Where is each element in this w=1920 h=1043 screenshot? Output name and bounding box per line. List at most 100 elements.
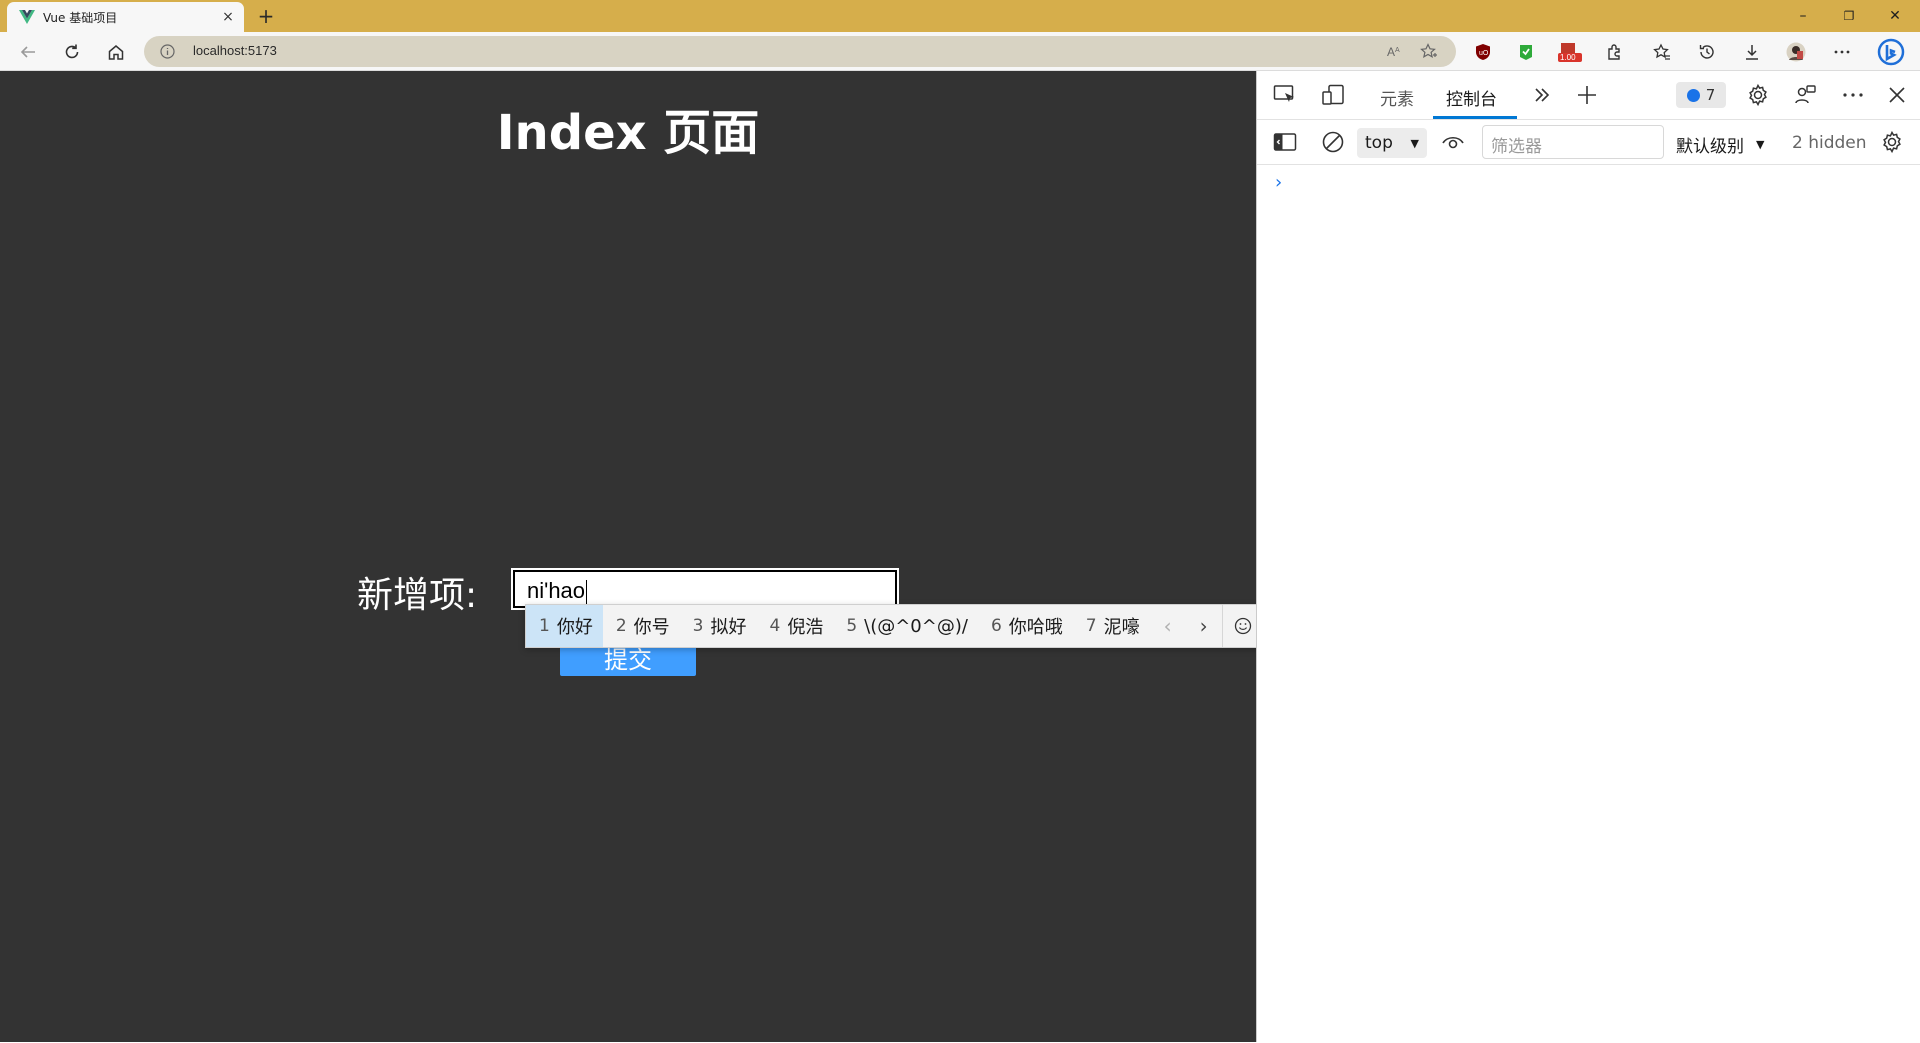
read-aloud-icon[interactable]: AA: [1386, 43, 1404, 61]
ublock-extension-icon[interactable]: uO: [1473, 42, 1493, 62]
issues-count: 7: [1705, 86, 1716, 104]
more-dots-icon: [1834, 50, 1850, 54]
candidate-text: 你号: [633, 617, 670, 638]
favorite-star-icon[interactable]: [1420, 43, 1438, 61]
new-item-input[interactable]: ni'hao: [511, 568, 899, 610]
context-select[interactable]: top ▼: [1357, 128, 1427, 158]
devtools-settings-button[interactable]: [1744, 81, 1772, 109]
download-icon: [1746, 45, 1758, 60]
devtools-more-button[interactable]: [1839, 81, 1867, 109]
svg-text:A: A: [1395, 47, 1400, 54]
ime-candidate-6[interactable]: 6 你哈哦: [978, 605, 1073, 647]
more-dots-icon: [1843, 93, 1863, 97]
tab-elements[interactable]: 元素: [1380, 85, 1414, 110]
reload-button[interactable]: [56, 36, 88, 68]
plus-icon: [1578, 86, 1596, 104]
eye-icon: [1442, 136, 1464, 149]
caret-down-icon: ▼: [1410, 136, 1419, 150]
chevron-double-right-icon: [1535, 88, 1550, 102]
minimize-button[interactable]: –: [1780, 0, 1826, 32]
candidate-number: 3: [692, 616, 704, 636]
shield-icon: uO: [1476, 44, 1490, 60]
candidate-text: 倪浩: [787, 617, 824, 638]
candidate-text: 你哈哦: [1008, 617, 1063, 638]
ime-next-page-icon[interactable]: ›: [1186, 605, 1222, 647]
device-emulation-button[interactable]: [1319, 81, 1347, 109]
home-button[interactable]: [100, 36, 132, 68]
url-text[interactable]: localhost:5173: [193, 43, 277, 58]
candidate-number: 5: [846, 616, 858, 636]
log-levels-dropdown[interactable]: 默认级别 ▼: [1676, 132, 1764, 157]
site-info-icon[interactable]: [160, 44, 175, 59]
extensions-button[interactable]: [1605, 42, 1625, 62]
address-bar[interactable]: localhost:5173 AA: [144, 36, 1456, 67]
candidate-number: 2: [615, 616, 627, 636]
ime-candidate-window: 1 你好 2 你号 3 拟好 4 倪浩 5 \(@^0^@)/ 6 你哈哦 7 泥嚎 ‹ ›: [525, 604, 1277, 648]
tab-close-icon[interactable]: ×: [220, 9, 236, 25]
console-toolbar: top ▼ 筛选器 默认级别 ▼ 2 hidden: [1257, 120, 1920, 165]
inspect-icon: [1273, 85, 1294, 102]
history-icon: [1699, 45, 1714, 59]
console-filter-input[interactable]: 筛选器: [1482, 125, 1664, 159]
candidate-number: 4: [769, 616, 781, 636]
caret-down-icon: ▼: [1756, 138, 1765, 151]
shield-extension-icon[interactable]: [1516, 42, 1536, 62]
people-icon: [1795, 85, 1816, 104]
ime-prev-page-icon[interactable]: ‹: [1150, 605, 1186, 647]
add-tab-button[interactable]: [1573, 81, 1601, 109]
restore-button[interactable]: ❐: [1826, 0, 1872, 32]
ime-candidate-2[interactable]: 2 你号: [603, 605, 680, 647]
hidden-messages-count: 2 hidden: [1792, 133, 1867, 153]
candidate-text: 拟好: [710, 617, 747, 638]
page-viewport: Index 页面 新增项: ni'hao 提交: [0, 71, 1256, 1042]
live-expression-button[interactable]: [1439, 128, 1467, 156]
ime-candidate-5[interactable]: 5 \(@^0^@)/: [833, 605, 978, 647]
ime-candidate-7[interactable]: 7 泥嚎: [1073, 605, 1150, 647]
green-shield-icon: [1520, 45, 1532, 60]
connect-device-button[interactable]: [1792, 81, 1820, 109]
bing-icon: [1877, 38, 1905, 66]
ime-candidate-1[interactable]: 1 你好: [526, 605, 603, 647]
candidate-text: \(@^0^@)/: [864, 615, 968, 637]
title-bar: Vue 基础项目 × + – ❐ ✕: [0, 0, 1920, 32]
history-button[interactable]: [1697, 42, 1717, 62]
downloads-button[interactable]: [1742, 42, 1762, 62]
tab-console[interactable]: 控制台: [1446, 85, 1497, 110]
close-window-button[interactable]: ✕: [1872, 0, 1918, 32]
message-icon: [1686, 88, 1700, 102]
console-settings-button[interactable]: [1878, 128, 1906, 156]
candidate-number: 6: [990, 616, 1002, 636]
candidate-number: 7: [1085, 616, 1097, 636]
back-button[interactable]: [12, 36, 44, 68]
settings-more-button[interactable]: [1832, 42, 1852, 62]
input-value: ni'hao: [527, 578, 586, 603]
counter-extension-icon[interactable]: 1.00: [1558, 42, 1582, 62]
page-title: Index 页面: [496, 105, 760, 161]
bing-chat-button[interactable]: [1877, 38, 1905, 66]
candidate-number: 1: [539, 616, 550, 636]
devtools-tab-bar: 元素 控制台 7: [1257, 71, 1920, 120]
favorites-button[interactable]: [1652, 42, 1672, 62]
devtools-panel: 元素 控制台 7 top ▼ 筛选器 默认级别 ▼ 2 hidden ›: [1256, 71, 1920, 1042]
ime-candidate-4[interactable]: 4 倪浩: [756, 605, 833, 647]
puzzle-icon: [1608, 44, 1620, 60]
issues-counter-button[interactable]: 7: [1676, 82, 1726, 108]
device-toolbar-icon: [1322, 84, 1344, 105]
profile-button[interactable]: [1786, 42, 1806, 62]
ime-candidate-3[interactable]: 3 拟好: [680, 605, 757, 647]
inspect-element-button[interactable]: [1271, 81, 1299, 109]
browser-tab[interactable]: Vue 基础项目 ×: [7, 2, 244, 32]
gear-icon: [1883, 130, 1901, 154]
clear-console-button[interactable]: [1319, 128, 1347, 156]
more-tabs-button[interactable]: [1528, 81, 1556, 109]
console-prompt-icon[interactable]: ›: [1275, 172, 1282, 193]
favorites-star-icon: [1653, 43, 1670, 60]
devtools-close-button[interactable]: [1883, 81, 1911, 109]
candidate-text: 泥嚎: [1103, 617, 1140, 638]
avatar: [1786, 42, 1806, 62]
svg-text:uO: uO: [1479, 50, 1489, 57]
vue-logo-icon: [19, 10, 35, 24]
toggle-sidebar-button[interactable]: [1271, 128, 1299, 156]
log-levels-label: 默认级别: [1676, 137, 1744, 157]
new-tab-button[interactable]: +: [254, 4, 278, 28]
